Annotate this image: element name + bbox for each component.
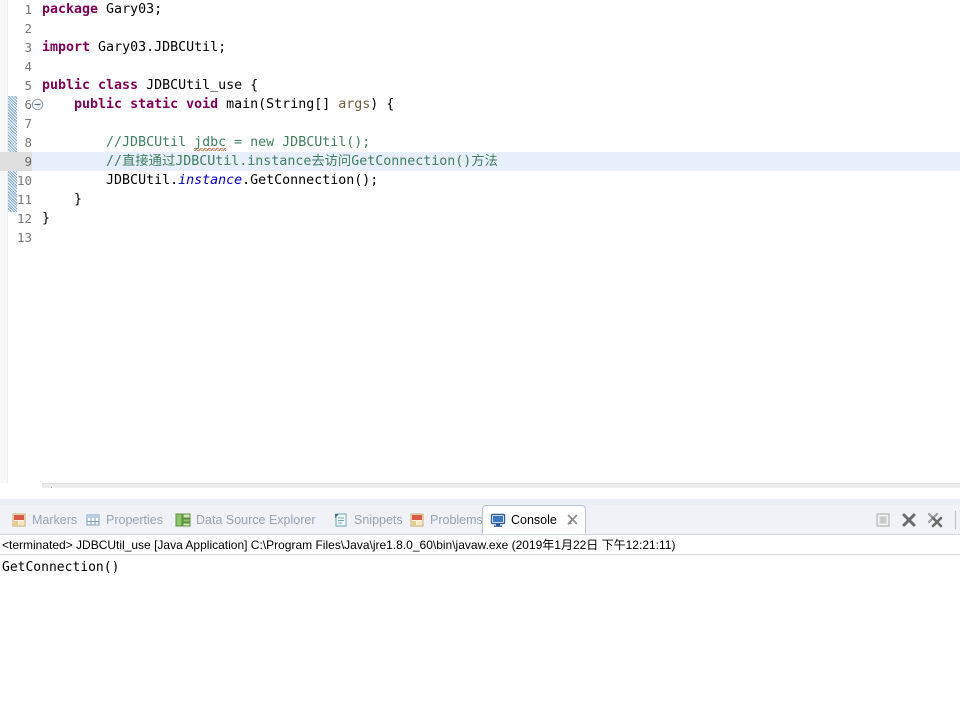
close-icon[interactable]: [567, 514, 578, 525]
terminate-button[interactable]: [874, 511, 892, 529]
code-token: ) {: [370, 97, 395, 112]
properties-icon: [85, 512, 101, 528]
code-token: main(String[]: [218, 97, 339, 112]
data-source-explorer-icon: [175, 512, 191, 528]
code-line[interactable]: 1 package Gary03;: [0, 0, 960, 19]
code-token: }: [42, 211, 51, 226]
code-line[interactable]: 12}: [0, 209, 960, 228]
line-number: 8: [24, 135, 32, 150]
line-number: 13: [16, 230, 32, 245]
code-token: instance: [178, 173, 243, 188]
code-line-list[interactable]: 1 package Gary03; 2 3 import Gary03.JDBCUtil…: [0, 0, 960, 488]
code-text[interactable]: //直接通过JDBCUtil.instance去访问GetConnection(…: [42, 152, 498, 171]
view-tab-label: Properties: [106, 513, 163, 527]
code-line[interactable]: 13: [0, 228, 960, 247]
view-tab-console[interactable]: Console: [482, 505, 586, 534]
line-number: 12: [16, 211, 32, 226]
java-source-editor[interactable]: 1 package Gary03; 2 3 import Gary03.JDBCUtil…: [0, 0, 960, 488]
markers-icon: [11, 512, 27, 528]
code-line[interactable]: 5 public class JDBCUtil_use {: [0, 76, 960, 95]
line-number: 11: [16, 192, 32, 207]
toolbar-divider: [955, 511, 956, 529]
line-number: 5: [24, 78, 32, 93]
view-tab-bar[interactable]: Markers Properties Data Source Explorer Sni…: [0, 505, 960, 535]
console-status-line: <terminated> JDBCUtil_use [Java Applicat…: [0, 535, 960, 555]
code-line[interactable]: 3 import Gary03.JDBCUtil;: [0, 38, 960, 57]
code-line[interactable]: 4: [0, 57, 960, 76]
code-token: package: [42, 2, 99, 17]
console-view-panel: Markers Properties Data Source Explorer Sni…: [0, 505, 960, 712]
code-token: import: [42, 40, 91, 55]
problems-icon: [409, 512, 425, 528]
view-tab-label: Markers: [32, 513, 78, 527]
code-text[interactable]: import Gary03.JDBCUtil;: [42, 38, 226, 57]
editor-gutter-footer: [0, 483, 42, 488]
code-text[interactable]: package Gary03;: [42, 0, 162, 19]
line-number: 1: [24, 2, 32, 17]
code-token: JDBCUtil.: [42, 173, 179, 188]
view-tab-label: Problems: [430, 513, 483, 527]
code-line[interactable]: 8 //JDBCUtil jdbc = new JDBCUtil();: [0, 133, 960, 152]
code-line[interactable]: 6 public static void main(String[] args)…: [0, 95, 960, 114]
code-token: public static void: [74, 97, 219, 112]
code-text[interactable]: JDBCUtil.instance.GetConnection();: [42, 171, 378, 190]
line-number: 2: [24, 21, 32, 36]
view-tab-data-source-explorer[interactable]: Data Source Explorer: [168, 505, 323, 535]
line-number: 4: [24, 59, 32, 74]
line-number: 9: [0, 152, 32, 171]
line-number: 6: [24, 97, 32, 112]
view-tab-label: Snippets: [354, 513, 403, 527]
console-toolbar[interactable]: [874, 509, 956, 531]
remove-all-terminated-button[interactable]: [926, 511, 944, 529]
code-text[interactable]: public class JDBCUtil_use {: [42, 76, 258, 95]
code-line[interactable]: 7: [0, 114, 960, 133]
remove-launch-button[interactable]: [900, 511, 918, 529]
line-number: 7: [24, 116, 32, 131]
code-token: args: [338, 97, 371, 112]
scroll-left-arrow-icon[interactable]: [46, 487, 52, 488]
view-tab-properties[interactable]: Properties: [78, 505, 170, 535]
code-line[interactable]: 10 JDBCUtil.instance.GetConnection();: [0, 171, 960, 190]
snippets-icon: [333, 512, 349, 528]
line-number: 10: [16, 173, 32, 188]
code-token: Gary03;: [98, 2, 163, 17]
code-text[interactable]: }: [42, 209, 50, 228]
code-token: = new JDBCUtil();: [226, 135, 371, 150]
line-number: 3: [24, 40, 32, 55]
code-token: //JDBCUtil: [42, 135, 195, 150]
code-token: //直接通过JDBCUtil.instance去访问GetConnection(…: [42, 154, 498, 169]
code-token: jdbc: [194, 135, 227, 151]
code-token: }: [42, 192, 83, 207]
eclipse-ide-window: 1 package Gary03; 2 3 import Gary03.JDBCUtil…: [0, 0, 960, 712]
code-text[interactable]: //JDBCUtil jdbc = new JDBCUtil();: [42, 133, 370, 152]
view-tab-markers[interactable]: Markers: [4, 505, 84, 535]
code-token: Gary03.JDBCUtil;: [90, 40, 227, 55]
console-icon: [490, 512, 506, 528]
code-text[interactable]: public static void main(String[] args) {: [42, 95, 394, 114]
view-tab-label: Data Source Explorer: [196, 513, 316, 527]
console-output-text[interactable]: GetConnection(): [0, 556, 960, 712]
code-token: public class: [42, 78, 139, 93]
code-line[interactable]: 9 //直接通过JDBCUtil.instance去访问GetConnectio…: [0, 152, 960, 171]
code-token: JDBCUtil_use {: [138, 78, 259, 93]
code-line[interactable]: 2: [0, 19, 960, 38]
code-token: .GetConnection();: [242, 173, 379, 188]
code-line[interactable]: 11 }: [0, 190, 960, 209]
editor-horizontal-scrollbar[interactable]: [42, 483, 960, 488]
code-text[interactable]: }: [42, 190, 82, 209]
view-tab-problems[interactable]: Problems: [402, 505, 490, 535]
view-tab-snippets[interactable]: Snippets: [326, 505, 410, 535]
view-tab-label: Console: [511, 512, 557, 527]
